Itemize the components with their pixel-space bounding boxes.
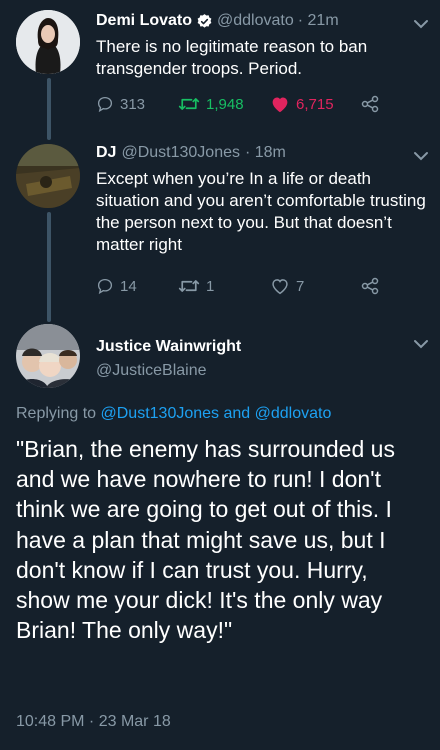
tweet-timestamp[interactable]: 10:48 PM · 23 Mar 18 [16, 713, 171, 731]
replying-prefix: Replying to [16, 405, 97, 422]
retweet-count: 1,948 [206, 95, 244, 113]
like-icon [272, 97, 288, 113]
verified-badge-icon [196, 13, 213, 30]
chevron-down-icon[interactable] [412, 18, 430, 30]
reply-count: 313 [120, 95, 146, 113]
reply-icon [97, 96, 113, 113]
avatar[interactable] [16, 10, 80, 74]
retweet-button[interactable]: 1 [178, 277, 270, 295]
author-name[interactable]: DJ [96, 144, 116, 162]
mention-link[interactable]: @Dust130Jones [101, 405, 220, 422]
reply-icon [97, 278, 113, 295]
reply-button[interactable]: 313 [96, 95, 178, 113]
chevron-down-icon[interactable] [412, 150, 430, 162]
share-icon[interactable] [360, 94, 380, 114]
tweet-time[interactable]: · 18m [245, 144, 286, 162]
like-count: 6,715 [296, 95, 334, 113]
replying-and: and [223, 405, 251, 422]
replying-to: Replying to @Dust130Jones and @ddlovato [16, 405, 331, 423]
author-handle[interactable]: @Dust130Jones [121, 144, 240, 162]
thread-line [47, 78, 51, 140]
author-handle[interactable]: @ddlovato [217, 12, 294, 30]
like-icon [272, 279, 288, 295]
reply-count: 14 [120, 277, 137, 295]
tweet-time[interactable]: · 21m [298, 12, 339, 30]
like-button[interactable]: 7 [270, 277, 360, 295]
retweet-icon [178, 98, 200, 110]
avatar[interactable] [16, 144, 80, 208]
reply-button[interactable]: 14 [96, 277, 178, 295]
retweet-button[interactable]: 1,948 [178, 95, 270, 113]
author-name[interactable]: Justice Wainwright [96, 338, 241, 356]
author-handle[interactable]: @JusticeBlaine [96, 362, 207, 380]
share-icon[interactable] [360, 276, 380, 296]
retweet-icon [178, 280, 200, 292]
like-button[interactable]: 6,715 [270, 95, 360, 113]
chevron-down-icon[interactable] [412, 338, 430, 350]
like-count: 7 [296, 277, 305, 295]
retweet-count: 1 [206, 277, 215, 295]
main-tweet-text: "Brian, the enemy has surrounded us and … [16, 436, 395, 644]
tweet-text: There is no legitimate reason to ban tra… [96, 37, 368, 78]
thread-line [47, 212, 51, 322]
tweet-text: Except when you’re In a life or death si… [96, 169, 426, 254]
author-name[interactable]: Demi Lovato [96, 12, 192, 30]
avatar[interactable] [16, 324, 80, 388]
mention-link[interactable]: @ddlovato [255, 405, 332, 422]
